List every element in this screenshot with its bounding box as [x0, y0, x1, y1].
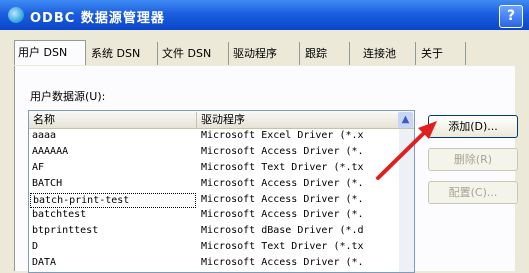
red-arrow-icon [376, 121, 437, 180]
